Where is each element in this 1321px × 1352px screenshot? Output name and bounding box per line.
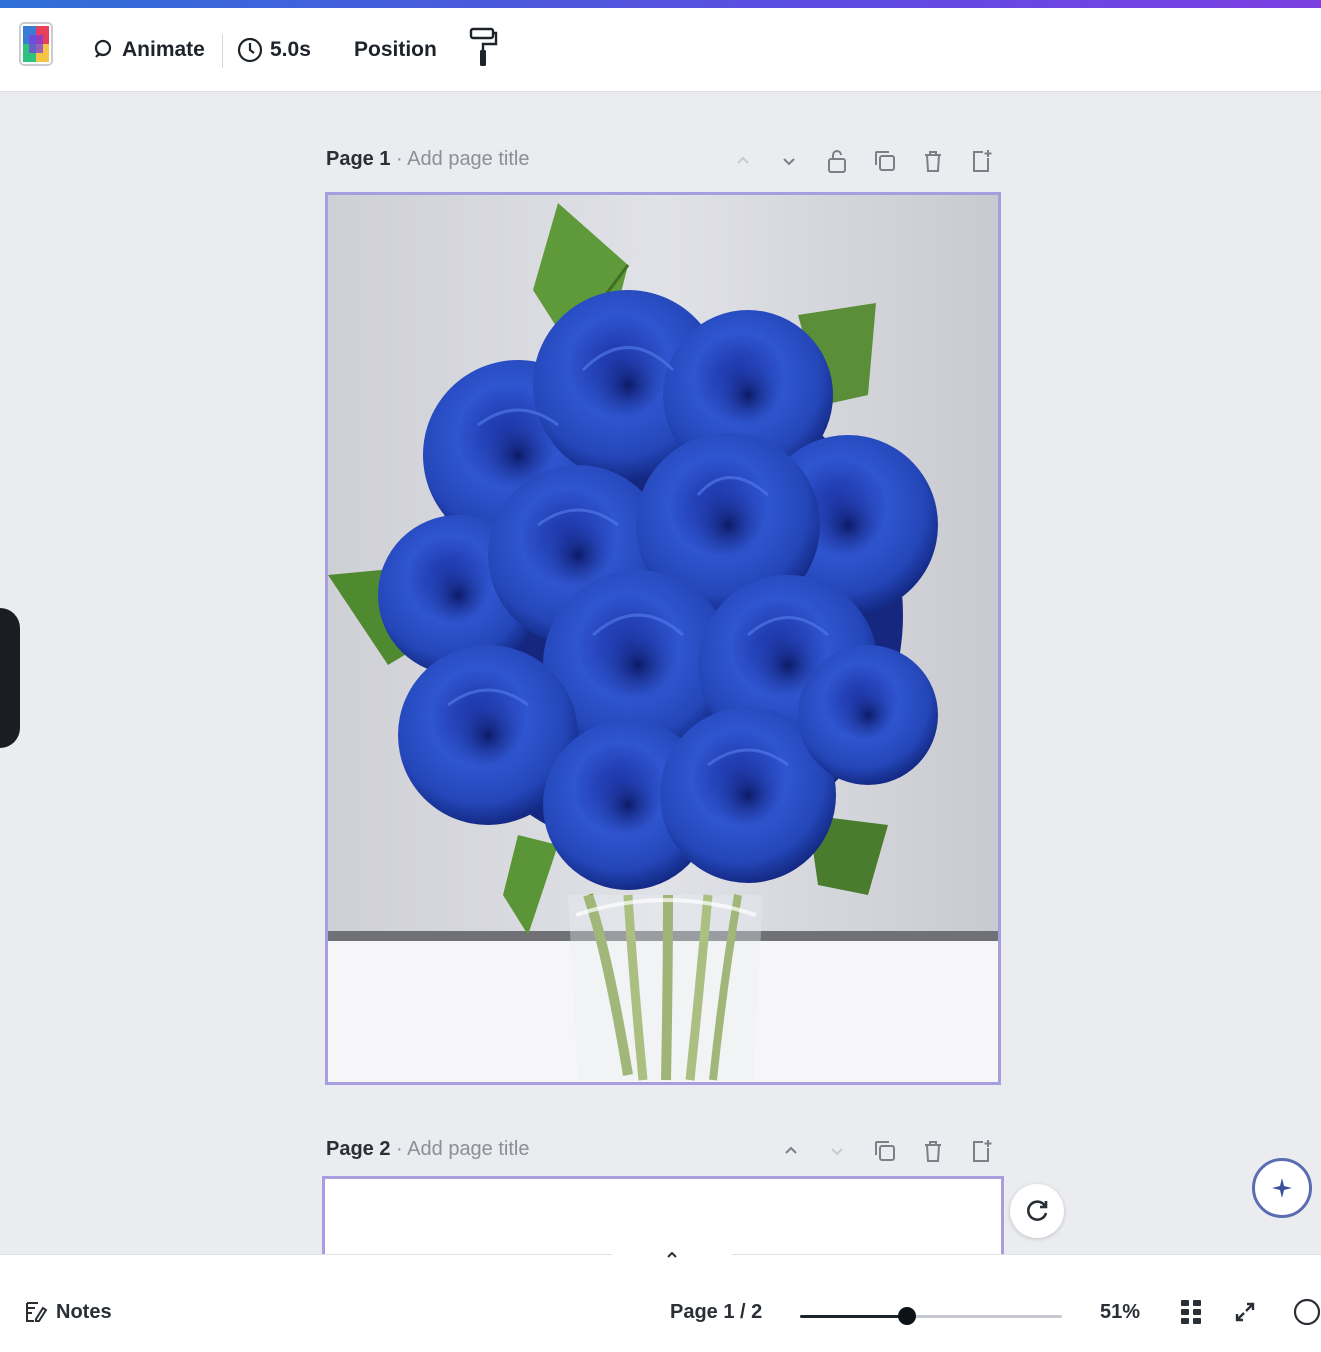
editor-footer: Notes Page 1 / 2 51%: [0, 1241, 1321, 1352]
help-icon: [1293, 1298, 1321, 1326]
grid-view-icon: [1181, 1300, 1201, 1324]
trash-icon: [925, 1141, 941, 1162]
pages-drawer-toggle[interactable]: [612, 1241, 732, 1269]
add-page-button[interactable]: [964, 144, 998, 178]
chevron-up-icon: [667, 1251, 677, 1258]
copy-style-button[interactable]: [468, 27, 504, 66]
zoom-slider-fill: [800, 1315, 907, 1318]
notes-label: Notes: [56, 1300, 112, 1323]
clock-icon: [237, 37, 263, 63]
magic-sparkle-icon: [1272, 1178, 1292, 1198]
page-1-header: Page 1 · Add page title: [326, 148, 530, 171]
move-up-button[interactable]: [726, 144, 760, 178]
animate-button[interactable]: Animate: [90, 32, 205, 68]
duration-label: 5.0s: [270, 38, 311, 61]
zoom-value[interactable]: 51%: [1100, 1301, 1140, 1324]
trash-icon: [925, 151, 941, 172]
refresh-button[interactable]: [1010, 1184, 1064, 1238]
page-2-number: Page 2: [326, 1138, 391, 1160]
blue-roses-photo[interactable]: [328, 195, 998, 1082]
toolbar-divider: [222, 34, 223, 68]
color-tile-icon[interactable]: [18, 22, 60, 66]
notes-icon: [26, 1302, 48, 1322]
chevron-up-icon: [737, 156, 749, 164]
expand-icon: [1235, 1302, 1255, 1322]
page-1-toolbar: [726, 144, 1002, 178]
title-separator: ·: [396, 1138, 403, 1160]
page-1-number: Page 1: [326, 148, 391, 170]
editor-toolbar: Animate 5.0s Position: [0, 8, 1321, 92]
page-2-title-input[interactable]: Add page title: [407, 1138, 529, 1160]
zoom-slider[interactable]: [800, 1307, 1062, 1325]
move-down-button[interactable]: [820, 1134, 854, 1168]
page-indicator[interactable]: Page 1 / 2: [670, 1301, 762, 1324]
refresh-icon: [1027, 1200, 1048, 1221]
paint-roller-icon: [469, 27, 498, 66]
chevron-down-icon: [831, 1148, 843, 1156]
move-up-button[interactable]: [774, 1134, 808, 1168]
fullscreen-button[interactable]: [1228, 1295, 1262, 1329]
notes-button[interactable]: Notes: [22, 1299, 112, 1325]
delete-page-button[interactable]: [916, 1134, 950, 1168]
grid-view-button[interactable]: [1174, 1295, 1208, 1329]
animate-icon: [94, 39, 112, 58]
title-separator: ·: [396, 148, 403, 170]
duplicate-icon: [875, 1141, 895, 1161]
add-page-icon: [973, 150, 992, 172]
zoom-slider-thumb[interactable]: [897, 1307, 916, 1325]
magic-assistant-button[interactable]: [1252, 1158, 1312, 1218]
page-2-toolbar: [774, 1134, 1002, 1168]
duration-button[interactable]: 5.0s: [236, 32, 311, 68]
side-panel-toggle[interactable]: [0, 608, 20, 748]
top-accent-bar: [0, 0, 1321, 8]
help-button[interactable]: [1290, 1295, 1321, 1329]
position-label: Position: [354, 38, 437, 61]
add-page-icon: [973, 1140, 992, 1162]
page-1-canvas[interactable]: [325, 192, 1001, 1085]
position-button[interactable]: Position: [354, 32, 437, 68]
design-canvas: Page 1 · Add page title Page 2 · Add pag…: [0, 92, 1321, 1254]
page-2-header: Page 2 · Add page title: [326, 1138, 530, 1161]
lock-page-button[interactable]: [820, 144, 854, 178]
add-page-button[interactable]: [964, 1134, 998, 1168]
duplicate-icon: [875, 151, 895, 171]
chevron-up-icon: [785, 1146, 797, 1154]
page-1-title-input[interactable]: Add page title: [407, 148, 529, 170]
animate-label: Animate: [122, 38, 205, 61]
move-down-button[interactable]: [772, 144, 806, 178]
duplicate-page-button[interactable]: [868, 1134, 902, 1168]
lock-icon: [828, 150, 846, 173]
duplicate-page-button[interactable]: [868, 144, 902, 178]
delete-page-button[interactable]: [916, 144, 950, 178]
chevron-down-icon: [783, 158, 795, 166]
